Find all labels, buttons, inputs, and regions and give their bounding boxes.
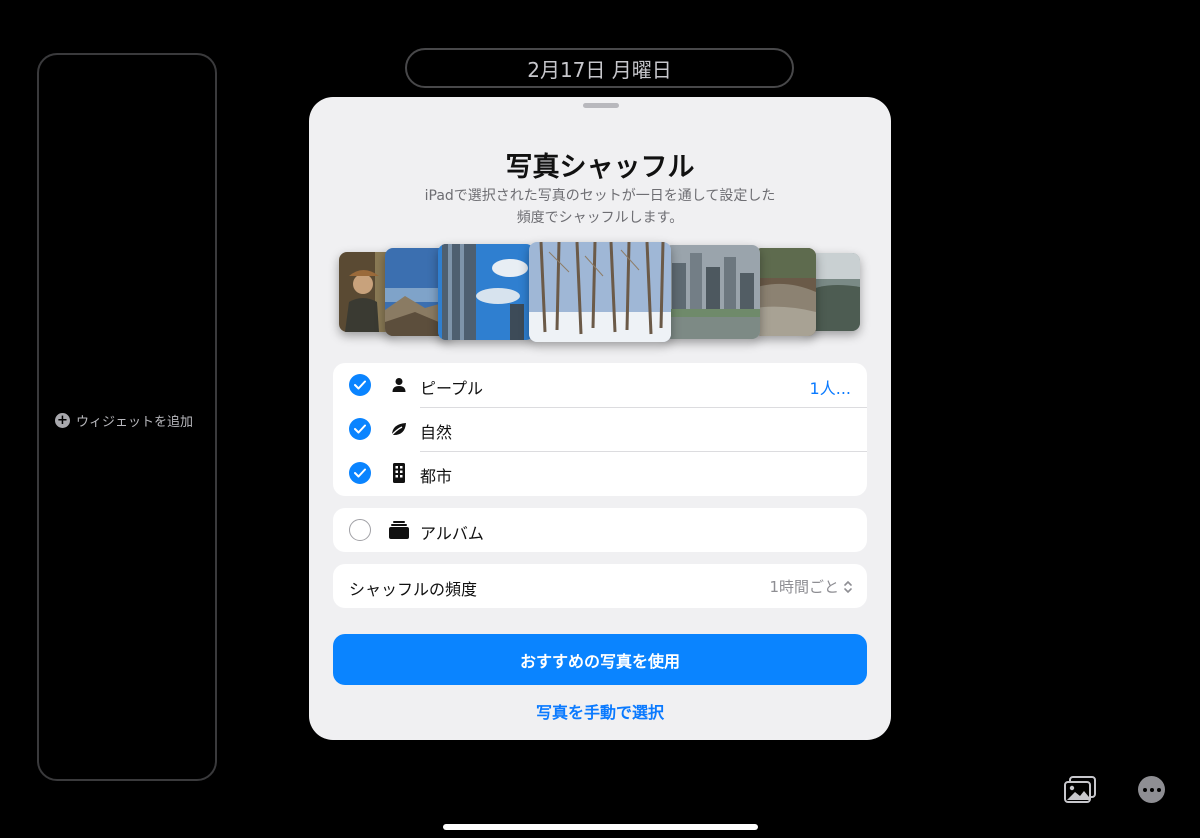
photo-thumbnail [754, 248, 816, 336]
people-count-link[interactable]: 1人... [810, 375, 851, 399]
category-row-city[interactable]: 都市 [333, 451, 867, 495]
shuffle-frequency-row[interactable]: シャッフルの頻度 1時間ごと [333, 564, 867, 608]
building-icon [389, 463, 409, 483]
checkmark-icon[interactable] [349, 374, 371, 396]
category-row-people[interactable]: ピープル 1人... [333, 363, 867, 407]
plus-circle-icon: + [55, 413, 70, 428]
more-options-icon[interactable] [1138, 776, 1165, 803]
photo-thumbnail [438, 244, 534, 340]
category-label: 自然 [420, 423, 453, 442]
album-group: アルバム [333, 508, 867, 552]
photo-thumbnail [529, 242, 671, 342]
use-recommended-photos-button[interactable]: おすすめの写真を使用 [333, 634, 867, 685]
home-indicator[interactable] [443, 824, 758, 830]
photo-carousel [309, 242, 891, 342]
sheet-description: iPadで選択された写真のセットが一日を通して設定した 頻度でシャッフルします。 [389, 185, 811, 229]
sheet-title: 写真シャッフル [505, 152, 695, 183]
primary-button-label: おすすめの写真を使用 [519, 651, 680, 671]
album-row[interactable]: アルバム [333, 508, 867, 552]
checkmark-icon[interactable] [349, 462, 371, 484]
add-widget-label: ウィジェットを追加 [76, 415, 194, 430]
lock-screen-editor: + ウィジェットを追加 2月17日 月曜日 写真シャッフル iPadで選択された… [0, 0, 1200, 838]
frequency-label: シャッフルの頻度 [349, 580, 478, 599]
photo-thumbnail [664, 245, 760, 339]
description-line-2: 頻度でシャッフルします。 [516, 210, 684, 226]
checkmark-icon[interactable] [349, 418, 371, 440]
category-row-nature[interactable]: 自然 [333, 407, 867, 451]
frequency-group: シャッフルの頻度 1時間ごと [333, 564, 867, 608]
dot [1142, 787, 1147, 792]
dot [1149, 787, 1154, 792]
album-label: アルバム [420, 524, 484, 543]
leaf-icon [389, 419, 409, 439]
person-icon [389, 375, 409, 395]
date-widget[interactable]: 2月17日 月曜日 [405, 48, 794, 88]
choose-photos-manually-button[interactable]: 写真を手動で選択 [309, 699, 891, 723]
date-label: 2月17日 月曜日 [527, 57, 672, 82]
widget-column[interactable]: + ウィジェットを追加 [37, 53, 217, 781]
dot [1156, 787, 1161, 792]
add-widget-button[interactable]: + ウィジェットを追加 [55, 411, 193, 430]
unchecked-circle-icon[interactable] [349, 519, 371, 541]
sheet-grabber[interactable] [583, 103, 619, 108]
frequency-picker[interactable]: 1時間ごと [769, 576, 853, 597]
chevron-up-down-icon [844, 580, 852, 593]
description-line-1: iPadで選択された写真のセットが一日を通して設定した [424, 188, 776, 204]
photos-icon[interactable] [1063, 775, 1097, 805]
category-label: ピープル [420, 379, 484, 398]
frequency-value: 1時間ごと [769, 578, 839, 596]
album-stack-icon [389, 520, 409, 540]
photo-shuffle-sheet: 写真シャッフル iPadで選択された写真のセットが一日を通して設定した 頻度でシ… [309, 97, 891, 740]
category-label: 都市 [420, 467, 453, 486]
category-list: ピープル 1人... 自然 都市 [333, 363, 867, 496]
